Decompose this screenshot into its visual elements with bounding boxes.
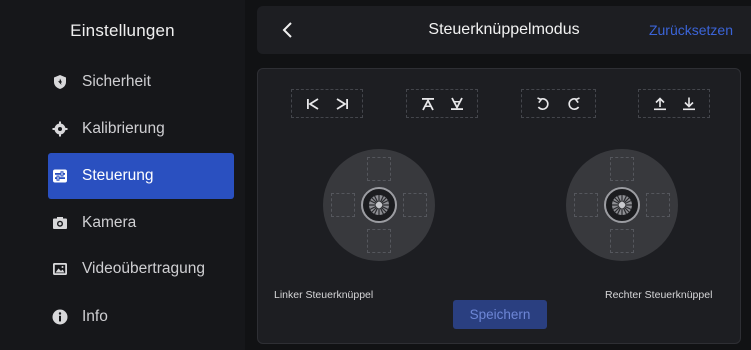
left-stick <box>323 149 435 261</box>
controller-icon <box>52 168 68 184</box>
stick-slot-right <box>403 193 427 217</box>
left-stick-label: Linker Steuerknüppel <box>274 289 374 301</box>
upload-icon <box>649 94 671 114</box>
shield-icon <box>52 74 68 90</box>
download-icon <box>678 94 700 114</box>
chevron-left-icon <box>282 22 292 38</box>
sidebar: Einstellungen Sicherheit Kalibrierung St… <box>0 0 245 350</box>
sidebar-item-info[interactable]: Info <box>48 294 234 340</box>
crosshair-icon <box>52 121 68 137</box>
descend-icon <box>446 94 468 114</box>
stick-slot-up <box>610 157 634 181</box>
right-stick <box>566 149 678 261</box>
sidebar-item-label: Kamera <box>82 214 137 231</box>
back-button[interactable] <box>277 18 299 42</box>
image-icon <box>52 261 68 277</box>
sidebar-item-label: Videoübertragung <box>82 260 205 277</box>
sidebar-item-videouebertragung[interactable]: Videoübertragung <box>48 246 234 292</box>
reset-button[interactable]: Zurücksetzen <box>649 6 733 54</box>
stick-slot-up <box>367 157 391 181</box>
stick-slot-down <box>367 229 391 253</box>
stick-slot-left <box>331 193 355 217</box>
header-bar: Steuerknüppelmodus Zurücksetzen <box>257 6 751 54</box>
camera-icon <box>52 215 68 231</box>
sidebar-item-label: Info <box>82 308 108 325</box>
ascend-icon <box>417 94 439 114</box>
save-button[interactable]: Speichern <box>453 300 547 329</box>
sidebar-item-label: Steuerung <box>82 167 154 184</box>
skip-back-icon <box>302 94 324 114</box>
mode-group-2[interactable] <box>406 89 478 118</box>
mode-group-1[interactable] <box>291 89 363 118</box>
right-stick-label: Rechter Steuerknüppel <box>605 289 713 301</box>
stick-slot-left <box>574 193 598 217</box>
sidebar-item-kalibrierung[interactable]: Kalibrierung <box>48 106 234 152</box>
skip-forward-icon <box>331 94 353 114</box>
sidebar-item-label: Kalibrierung <box>82 120 165 137</box>
info-icon <box>52 309 68 325</box>
sidebar-title: Einstellungen <box>70 21 175 40</box>
mode-group-3[interactable] <box>521 89 596 118</box>
stick-knob-icon <box>612 195 632 215</box>
stick-knob <box>361 187 397 223</box>
rotate-cw-icon <box>563 94 585 114</box>
sidebar-item-label: Sicherheit <box>82 73 151 90</box>
stick-slot-right <box>646 193 670 217</box>
sidebar-item-kamera[interactable]: Kamera <box>48 200 234 246</box>
stick-knob-icon <box>369 195 389 215</box>
sidebar-item-steuerung[interactable]: Steuerung <box>48 153 234 199</box>
stick-slot-down <box>610 229 634 253</box>
stick-mode-panel: Linker Steuerknüppel Rechter Steuerknüpp… <box>257 68 741 344</box>
sidebar-item-sicherheit[interactable]: Sicherheit <box>48 59 234 105</box>
mode-group-4[interactable] <box>638 89 710 118</box>
stick-knob <box>604 187 640 223</box>
rotate-ccw-icon <box>532 94 554 114</box>
